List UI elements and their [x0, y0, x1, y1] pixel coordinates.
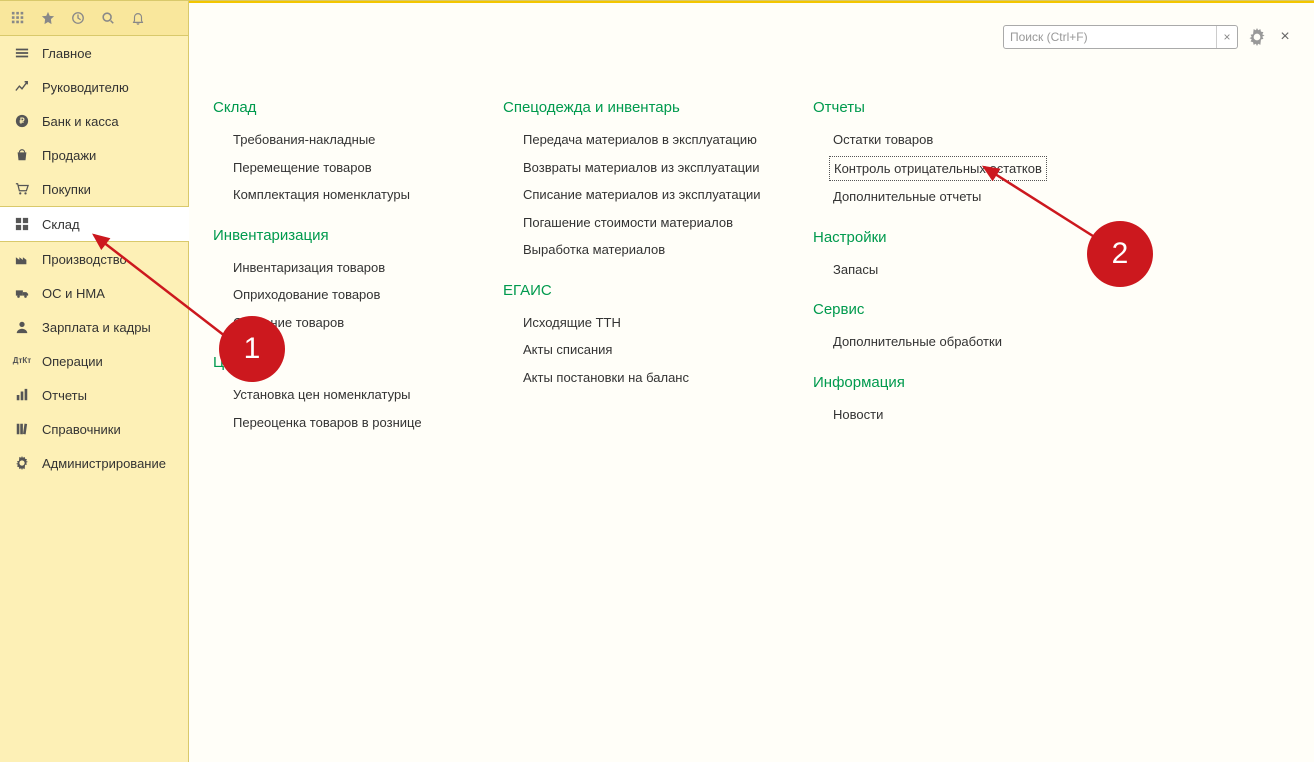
sidebar-item-label: Администрирование [42, 456, 166, 471]
factory-icon [14, 251, 30, 267]
cart-icon [14, 181, 30, 197]
sidebar-item-main[interactable]: Главное [0, 36, 188, 70]
sidebar-item-label: Продажи [42, 148, 96, 163]
section-reports: Отчеты Остатки товаров Контроль отрицате… [813, 99, 1063, 211]
link-extra-reports[interactable]: Дополнительные отчеты [813, 183, 1063, 211]
grid-icon [14, 216, 30, 232]
link-requirements[interactable]: Требования-накладные [213, 126, 463, 154]
search-input[interactable] [1004, 26, 1216, 48]
sidebar-items: Главное Руководителю ₽ Банк и касса Прод… [0, 36, 188, 762]
link-receipt-goods[interactable]: Оприходование товаров [213, 281, 463, 309]
section-warehouse: Склад Требования-накладные Перемещение т… [213, 99, 463, 209]
column-1: Склад Требования-накладные Перемещение т… [213, 91, 463, 454]
annotation-circle-2: 2 [1087, 221, 1153, 287]
section-title-warehouse[interactable]: Склад [213, 99, 463, 116]
link-return-materials[interactable]: Возвраты материалов из эксплуатации [503, 154, 773, 182]
close-panel-icon[interactable]: × [1276, 28, 1294, 46]
sidebar-toolbar [0, 1, 188, 36]
link-set-prices[interactable]: Установка цен номенклатуры [213, 381, 463, 409]
search-icon[interactable] [100, 10, 116, 26]
main-area: × × Склад Требования-накладные Перемещен… [189, 1, 1314, 762]
books-icon [14, 421, 30, 437]
star-icon[interactable] [40, 10, 56, 26]
sidebar-item-hr[interactable]: Зарплата и кадры [0, 310, 188, 344]
sidebar-item-label: Руководителю [42, 80, 129, 95]
sidebar-item-catalogs[interactable]: Справочники [0, 412, 188, 446]
ruble-icon: ₽ [14, 113, 30, 129]
bag-icon [14, 147, 30, 163]
section-workwear: Спецодежда и инвентарь Передача материал… [503, 99, 773, 264]
section-info: Информация Новости [813, 374, 1063, 429]
sidebar-item-production[interactable]: Производство [0, 242, 188, 276]
settings-icon[interactable] [1248, 28, 1266, 46]
sidebar-item-label: Главное [42, 46, 92, 61]
link-inventory-goods[interactable]: Инвентаризация товаров [213, 254, 463, 282]
section-title-info[interactable]: Информация [813, 374, 1063, 391]
top-controls: × × [1003, 25, 1294, 49]
section-service: Сервис Дополнительные обработки [813, 301, 1063, 356]
sidebar-item-manager[interactable]: Руководителю [0, 70, 188, 104]
sidebar-item-label: Справочники [42, 422, 121, 437]
section-title-egais[interactable]: ЕГАИС [503, 282, 773, 299]
column-2: Спецодежда и инвентарь Передача материал… [503, 91, 773, 454]
link-outgoing-ttn[interactable]: Исходящие ТТН [503, 309, 773, 337]
link-stock-balance[interactable]: Остатки товаров [813, 126, 1063, 154]
link-negative-control[interactable]: Контроль отрицательных остатков [829, 156, 1047, 182]
link-kit[interactable]: Комплектация номенклатуры [213, 181, 463, 209]
sidebar-item-label: Зарплата и кадры [42, 320, 151, 335]
section-settings: Настройки Запасы [813, 229, 1063, 284]
menu-icon [14, 45, 30, 61]
trend-icon [14, 79, 30, 95]
link-stocks[interactable]: Запасы [813, 256, 1063, 284]
section-title-reports[interactable]: Отчеты [813, 99, 1063, 116]
link-extra-proc[interactable]: Дополнительные обработки [813, 328, 1063, 356]
link-writeoff-materials[interactable]: Списание материалов из эксплуатации [503, 181, 773, 209]
sidebar-item-bank[interactable]: ₽ Банк и касса [0, 104, 188, 138]
sidebar-item-reports[interactable]: Отчеты [0, 378, 188, 412]
gear-icon [14, 455, 30, 471]
sidebar-item-label: Операции [42, 354, 103, 369]
sidebar-item-operations[interactable]: ДтКт Операции [0, 344, 188, 378]
bell-icon[interactable] [130, 10, 146, 26]
svg-text:₽: ₽ [19, 117, 24, 126]
sidebar-item-assets[interactable]: ОС и НМА [0, 276, 188, 310]
section-title-inventory[interactable]: Инвентаризация [213, 227, 463, 244]
link-move-goods[interactable]: Перемещение товаров [213, 154, 463, 182]
sidebar-item-warehouse[interactable]: Склад [0, 206, 189, 242]
section-title-workwear[interactable]: Спецодежда и инвентарь [503, 99, 773, 116]
link-balance-acts[interactable]: Акты постановки на баланс [503, 364, 773, 392]
section-egais: ЕГАИС Исходящие ТТН Акты списания Акты п… [503, 282, 773, 392]
sidebar: Главное Руководителю ₽ Банк и касса Прод… [0, 1, 189, 762]
sidebar-item-label: ОС и НМА [42, 286, 105, 301]
link-writeoff-acts[interactable]: Акты списания [503, 336, 773, 364]
sidebar-item-label: Склад [42, 217, 80, 232]
annotation-circle-1: 1 [219, 316, 285, 382]
section-title-settings[interactable]: Настройки [813, 229, 1063, 246]
link-amortize-materials[interactable]: Погашение стоимости материалов [503, 209, 773, 237]
link-transfer-materials[interactable]: Передача материалов в эксплуатацию [503, 126, 773, 154]
truck-icon [14, 285, 30, 301]
sidebar-item-label: Отчеты [42, 388, 87, 403]
section-title-service[interactable]: Сервис [813, 301, 1063, 318]
search-box: × [1003, 25, 1238, 49]
apps-icon[interactable] [10, 10, 26, 26]
column-3: Отчеты Остатки товаров Контроль отрицате… [813, 91, 1063, 454]
person-icon [14, 319, 30, 335]
clear-search-icon[interactable]: × [1216, 26, 1237, 48]
sidebar-item-admin[interactable]: Администрирование [0, 446, 188, 480]
sidebar-item-label: Банк и касса [42, 114, 119, 129]
link-revaluation[interactable]: Переоценка товаров в рознице [213, 409, 463, 437]
sidebar-item-label: Покупки [42, 182, 91, 197]
sidebar-item-purchases[interactable]: Покупки [0, 172, 188, 206]
bars-icon [14, 387, 30, 403]
link-news[interactable]: Новости [813, 401, 1063, 429]
dtkt-icon: ДтКт [14, 353, 30, 369]
app-root: Главное Руководителю ₽ Банк и касса Прод… [0, 0, 1314, 762]
history-icon[interactable] [70, 10, 86, 26]
link-output-materials[interactable]: Выработка материалов [503, 236, 773, 264]
sidebar-item-label: Производство [42, 252, 127, 267]
sidebar-item-sales[interactable]: Продажи [0, 138, 188, 172]
